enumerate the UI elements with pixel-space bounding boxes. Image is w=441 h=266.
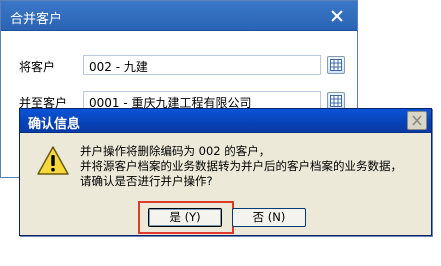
close-icon[interactable] (330, 9, 344, 23)
from-customer-field[interactable]: 002 - 九建 (83, 55, 321, 75)
grid-lookup-icon (330, 59, 342, 71)
confirm-dialog-title: 确认信息 (28, 117, 81, 132)
merge-dialog-titlebar[interactable]: 合并客户 (1, 1, 357, 31)
message-line: 并户操作将删除编码为 002 的客户， (80, 144, 271, 158)
screen: 合并客户 将客户 002 - 九建 并至客户 0001 - 重庆九建工程有限公司… (0, 0, 441, 266)
no-button[interactable]: 否 (N) (232, 208, 306, 227)
confirm-dialog: 确认信息 并户操作将删除编码为 002 的客户， 并将源客户档案的业务数据转为并… (19, 108, 432, 236)
grid-lookup-icon (330, 95, 342, 107)
close-icon (412, 115, 422, 126)
message-line: 请确认是否进行并户操作? (80, 174, 213, 188)
message-line: 并将源客户档案的业务数据转为并户后的客户档案的业务数据， (80, 159, 402, 173)
yes-button[interactable]: 是 (Y) (148, 208, 222, 227)
confirm-close-button[interactable] (407, 111, 427, 130)
from-customer-label: 将客户 (19, 60, 56, 74)
from-customer-lookup-button[interactable] (327, 56, 345, 74)
merge-dialog-title: 合并客户 (10, 12, 63, 27)
warning-icon (37, 146, 69, 175)
confirm-dialog-titlebar[interactable]: 确认信息 (20, 109, 431, 133)
